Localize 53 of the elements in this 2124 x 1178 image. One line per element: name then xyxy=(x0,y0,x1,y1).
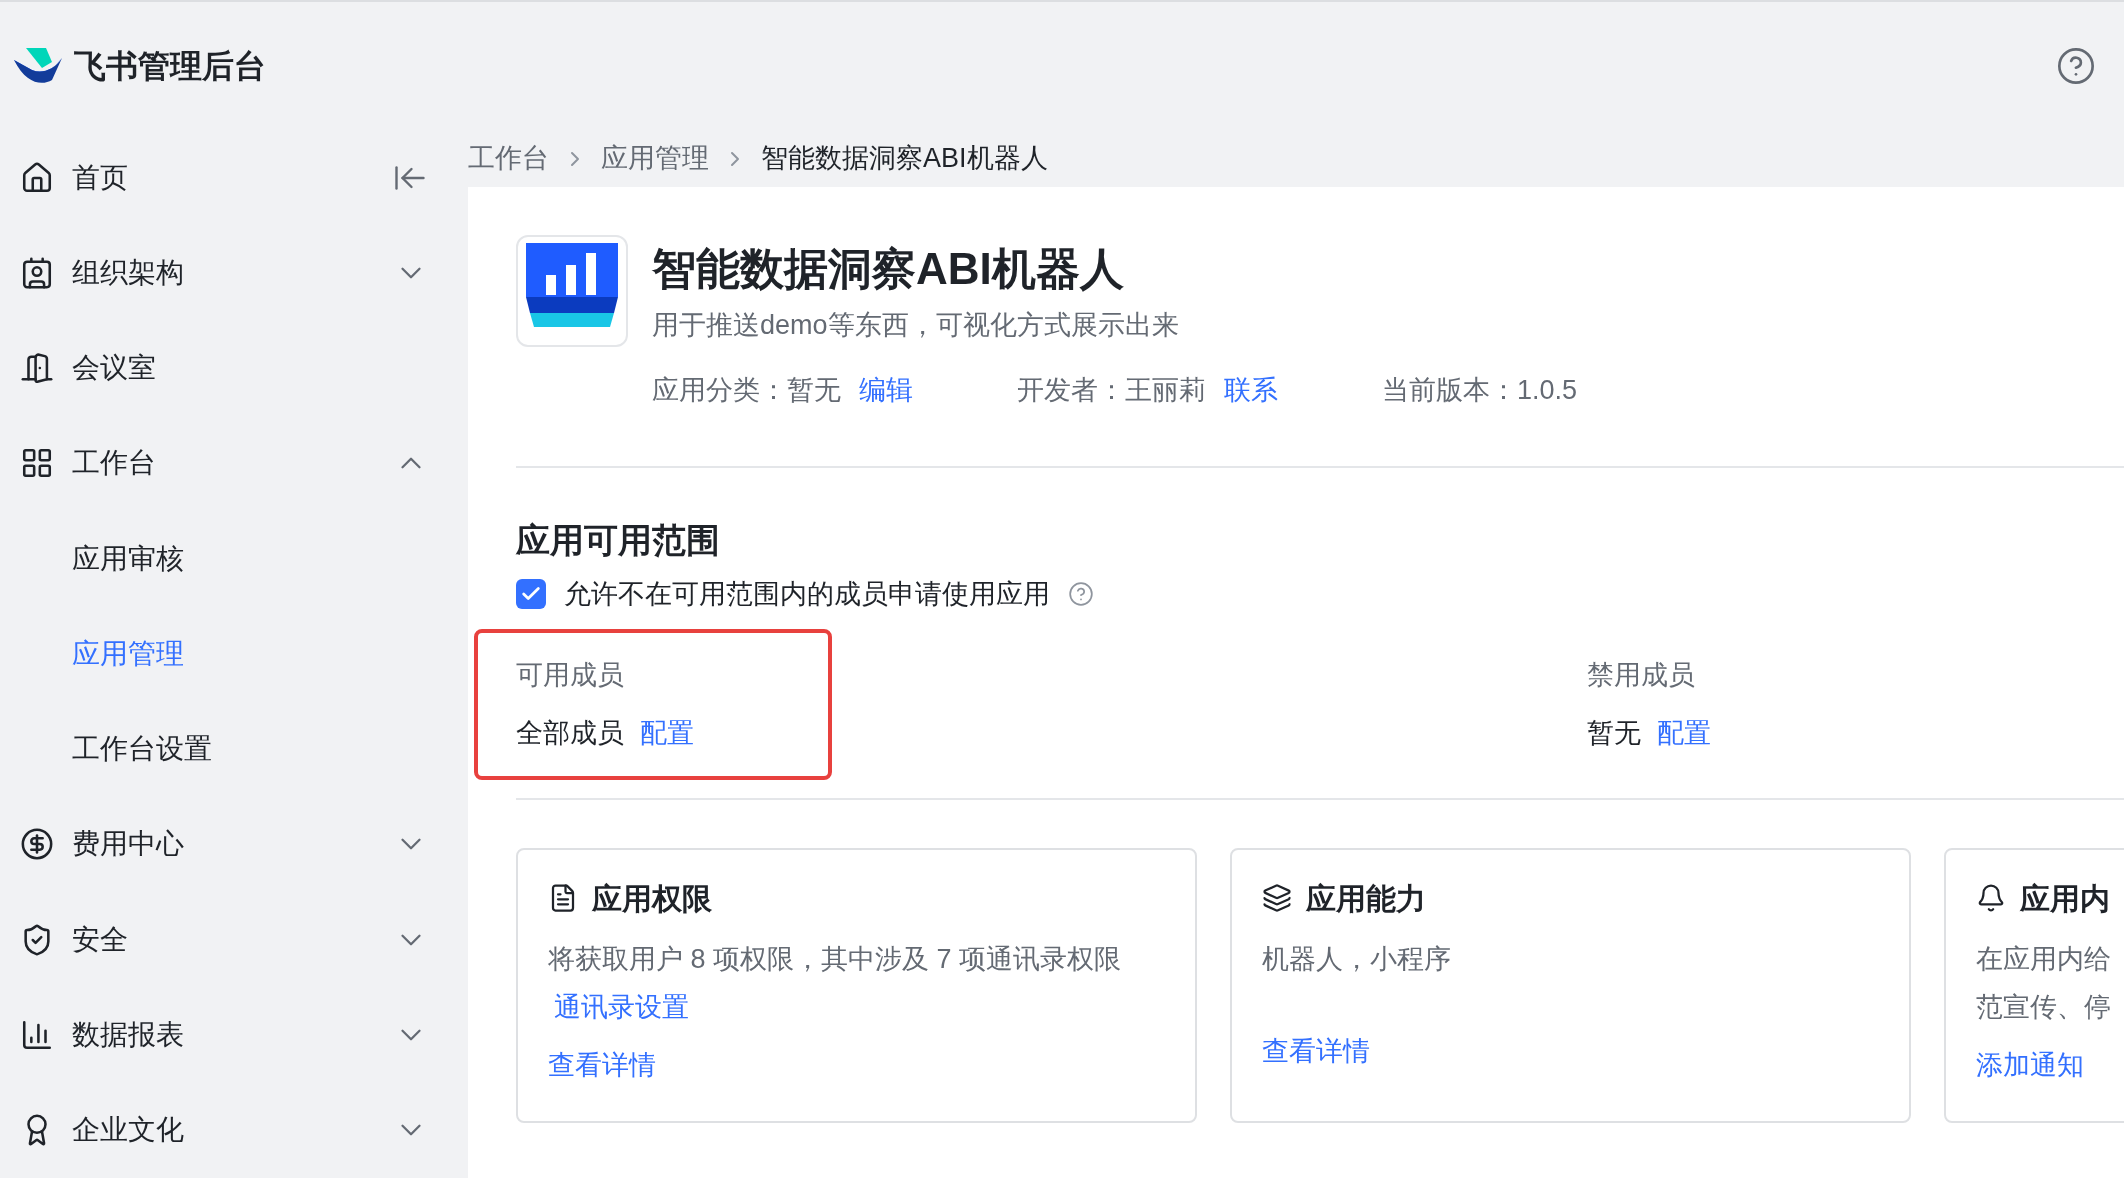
door-icon xyxy=(20,351,54,386)
card-title: 应用能力 xyxy=(1306,880,1426,917)
sidebar-item[interactable]: 组织架构 xyxy=(0,225,468,321)
card-title: 应用权限 xyxy=(592,880,712,917)
column-value: 暂无 xyxy=(1587,717,1641,750)
help-icon[interactable] xyxy=(1068,581,1094,608)
card-description: 在应用内给 xyxy=(1976,942,2111,976)
column-heading: 禁用成员 xyxy=(1587,658,1696,692)
sidebar-item[interactable]: 会议室 xyxy=(0,320,468,416)
bell-icon xyxy=(1976,883,2006,913)
sidebar-item[interactable]: 数据报表 xyxy=(0,987,468,1083)
app-icon xyxy=(516,235,628,347)
card-description: 机器人，小程序 xyxy=(1262,942,1451,976)
app-title: 飞书管理后台 xyxy=(74,47,266,86)
meta-link[interactable]: 联系 xyxy=(1224,369,1278,410)
card-description: 将获取用户 8 项权限，其中涉及 7 项通讯录权限 xyxy=(548,942,1122,976)
meta-text: 当前版本：1.0.5 xyxy=(1382,373,1578,407)
meta-text: 应用分类：暂无 xyxy=(652,373,841,407)
breadcrumb-item: 智能数据洞察ABI机器人 xyxy=(761,142,1048,176)
home-icon xyxy=(20,160,54,195)
column-heading: 可用成员 xyxy=(516,658,625,692)
section-title: 应用可用范围 xyxy=(516,520,721,561)
sidebar-item[interactable]: 安全 xyxy=(0,892,468,988)
app-description: 用于推送demo等东西，可视化方式展示出来 xyxy=(652,309,1180,342)
checkbox[interactable] xyxy=(516,579,546,610)
card-action-link[interactable]: 查看详情 xyxy=(1262,1030,1370,1071)
help-icon[interactable] xyxy=(2056,46,2096,86)
configure-link[interactable]: 配置 xyxy=(640,713,694,754)
card-link[interactable]: 通讯录设置 xyxy=(554,982,689,1031)
sidebar-item[interactable]: 工作台 xyxy=(0,415,468,512)
layers-icon xyxy=(1262,883,1292,913)
card-description: 范宣传、停 xyxy=(1976,990,2111,1024)
bar-chart-icon xyxy=(20,1018,54,1052)
checkbox-label: 允许不在可用范围内的成员申请使用应用 xyxy=(564,578,1050,611)
meta-text: 开发者：王丽莉 xyxy=(1017,373,1206,407)
breadcrumb-item[interactable]: 工作台 xyxy=(468,138,549,179)
sidebar-item[interactable]: 费用中心 xyxy=(0,796,468,893)
logo-icon xyxy=(12,46,64,86)
meta-link[interactable]: 编辑 xyxy=(859,369,913,410)
app-name: 智能数据洞察ABI机器人 xyxy=(652,243,1125,295)
sidebar-item[interactable]: 企业文化 xyxy=(0,1082,468,1178)
configure-link[interactable]: 配置 xyxy=(1657,713,1711,754)
card-title: 应用内 xyxy=(2020,880,2110,917)
sidebar-subitem[interactable]: 工作台设置 xyxy=(0,701,468,797)
dollar-icon xyxy=(20,827,54,862)
column-value: 全部成员 xyxy=(516,717,624,750)
sidebar-subitem[interactable]: 应用审核 xyxy=(0,511,468,607)
card-action-link[interactable]: 添加通知 xyxy=(1976,1044,2084,1085)
contact-card-icon xyxy=(20,255,54,290)
sidebar-subitem[interactable]: 应用管理 xyxy=(0,606,468,702)
sidebar-item[interactable]: 首页 xyxy=(0,130,468,226)
card-action-link[interactable]: 查看详情 xyxy=(548,1044,656,1085)
breadcrumb-item[interactable]: 应用管理 xyxy=(601,138,709,179)
